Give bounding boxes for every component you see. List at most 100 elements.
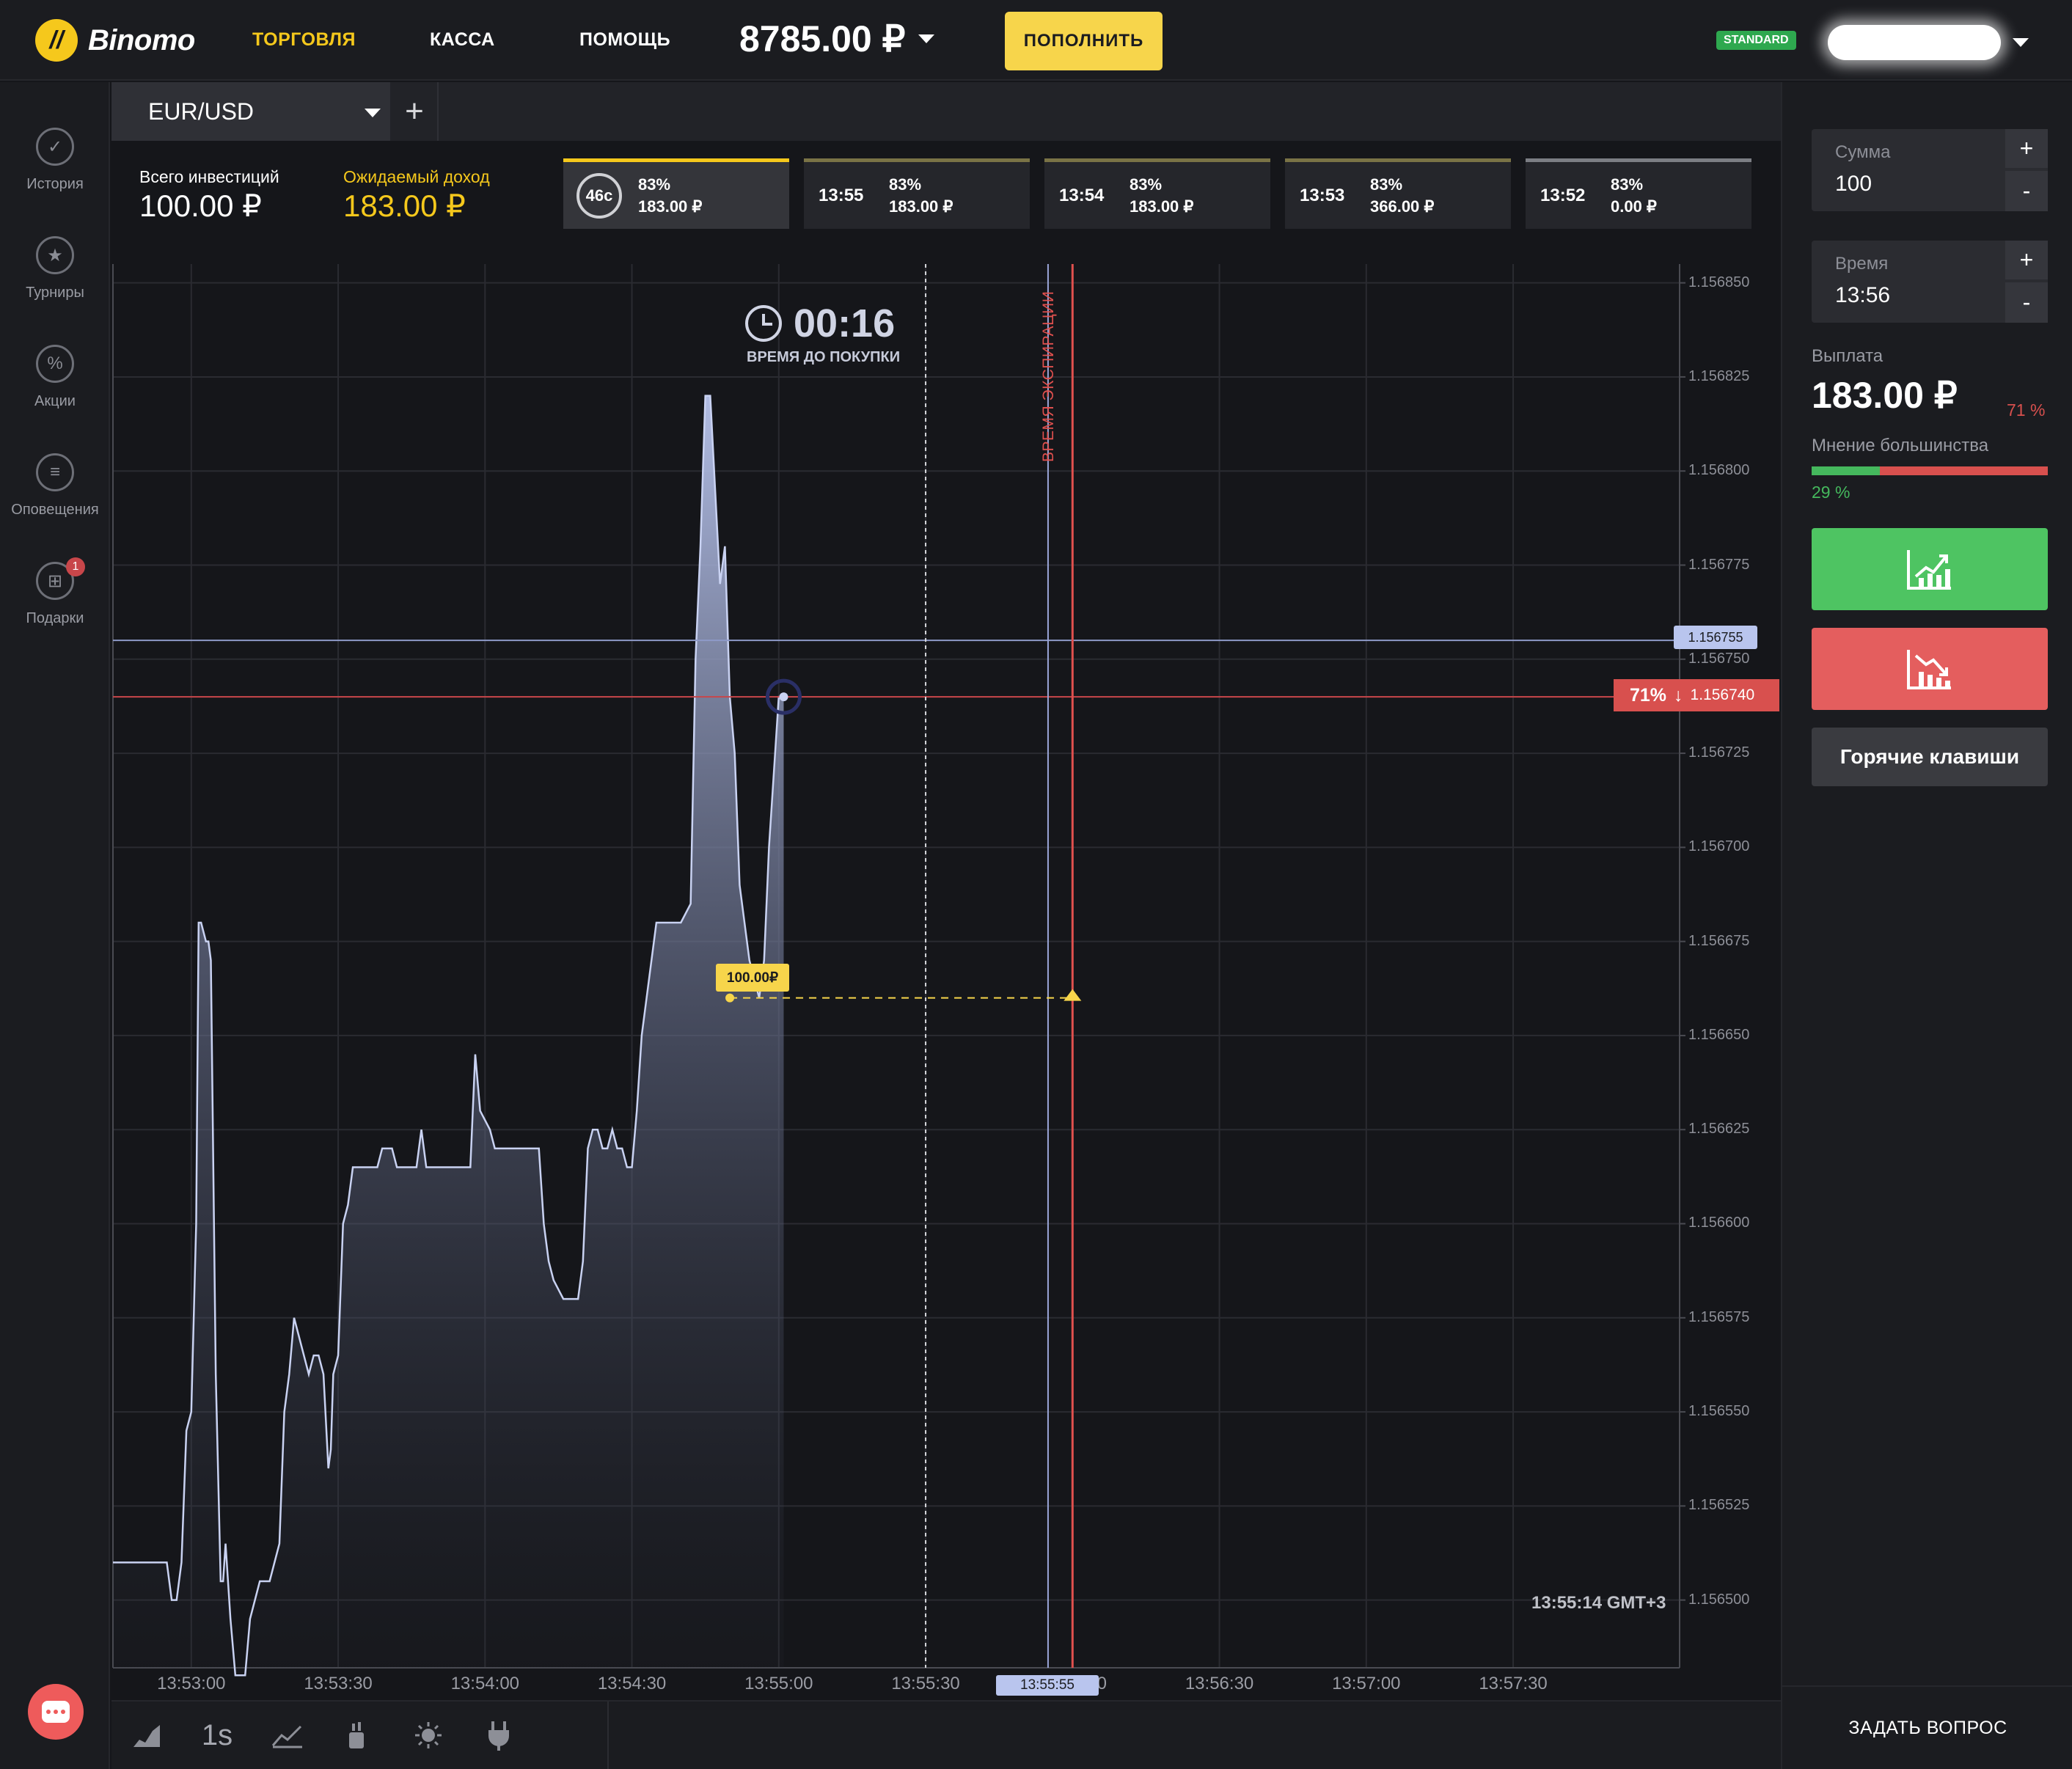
nav-help[interactable]: ПОМОЩЬ (579, 29, 670, 51)
x-tick-label: 13:53:30 (304, 1674, 373, 1693)
chart-canvas[interactable] (0, 0, 1781, 1769)
balance-dropdown[interactable]: 8785.00 ₽ (739, 18, 935, 60)
deal-percent: 83% (1611, 175, 1644, 194)
y-tick-label: 1.156500 (1688, 1591, 1750, 1608)
trade-down-button[interactable] (1812, 628, 2048, 710)
x-tick-label: 13:56:00 (1038, 1674, 1108, 1693)
y-tick-label: 1.156625 (1688, 1121, 1750, 1138)
nav-cashier[interactable]: КАССА (430, 29, 495, 51)
time-minus-button[interactable]: - (2005, 282, 2048, 323)
y-tick-label: 1.156550 (1688, 1403, 1750, 1420)
y-tick-label: 1.156575 (1688, 1308, 1750, 1325)
hotkeys-button[interactable]: Горячие клавиши (1812, 728, 2048, 786)
asset-watermark: EUR/USD (587, 810, 1542, 1057)
total-investment-label: Всего инвестиций (139, 167, 279, 186)
y-tick-label: 1.156650 (1688, 1026, 1750, 1043)
y-tick-label: 1.156600 (1688, 1215, 1750, 1231)
bet-point (725, 993, 735, 1003)
trade-up-button[interactable] (1812, 528, 2048, 610)
nav-trading[interactable]: ТОРГОВЛЯ (252, 29, 356, 51)
amount-label: Сумма (1835, 142, 1891, 162)
arrow-down-icon: ↓ (1674, 684, 1683, 706)
y-tick-label: 1.156800 (1688, 462, 1750, 479)
deal-percent: 83% (889, 175, 922, 194)
expected-income-value: 183.00 ₽ (343, 188, 466, 223)
total-investment-value: 100.00 ₽ (139, 188, 262, 223)
deal-countdown: 46с (576, 172, 622, 219)
x-tick-label: 13:57:00 (1332, 1674, 1401, 1693)
opinion-price: 1.156740 (1690, 686, 1755, 703)
deal-card[interactable]: 13:54 83% 183.00 ₽ (1044, 158, 1270, 229)
sidebar-item-gifts[interactable]: ⊞ 1 Подарки (0, 557, 110, 627)
opinion-label: Мнение большинства (1812, 436, 1989, 455)
deal-card[interactable]: 13:52 83% 0.00 ₽ (1526, 158, 1751, 229)
sidebar-item-notifications[interactable]: ≡ Оповещения (0, 453, 110, 519)
indicators-icon[interactable] (252, 1702, 323, 1769)
chart-down-icon (1907, 650, 1951, 689)
sidebar-item-history[interactable]: ✓ История (0, 128, 110, 193)
x-tick-label: 13:55:30 (891, 1674, 960, 1693)
opinion-up-percent: 29 % (1812, 483, 1850, 502)
theme-icon[interactable] (323, 1702, 393, 1769)
logo-text: Binomo (88, 23, 195, 56)
sidebar-item-label: Турниры (26, 285, 84, 301)
deal-amount: 183.00 ₽ (638, 197, 703, 216)
deal-card[interactable]: 13:53 83% 366.00 ₽ (1285, 158, 1511, 229)
opinion-bar (1812, 466, 2048, 475)
brightness-icon[interactable] (393, 1702, 464, 1769)
time-input[interactable]: 13:56 (1835, 283, 1982, 308)
interval-selector[interactable]: 1s (182, 1702, 252, 1769)
add-asset-button[interactable]: + (392, 82, 439, 141)
sidebar: ✓ История ★ Турниры % Акции ≡ Оповещения… (0, 82, 110, 1769)
server-clock: 13:55:14 GMT+3 (1531, 1593, 1666, 1613)
bet-expiration-marker (1064, 989, 1082, 1001)
sidebar-item-promotions[interactable]: % Акции (0, 345, 110, 410)
time-field: Время 13:56 + - (1812, 241, 2048, 323)
deal-card[interactable]: 46с 83% 183.00 ₽ (563, 158, 789, 229)
ask-question-button[interactable]: ЗАДАТЬ ВОПРОС (1782, 1685, 2072, 1769)
countdown-label: ВРЕМЯ ДО ПОКУПКИ (747, 349, 901, 365)
asset-tab-bar: EUR/USD + (111, 82, 1781, 141)
current-point (779, 692, 788, 702)
payout-label: Выплата (1812, 346, 1884, 366)
x-tick-label: 13:53:00 (157, 1674, 226, 1693)
x-tick-label: 13:54:30 (597, 1674, 667, 1693)
amount-plus-button[interactable]: + (2005, 129, 2048, 169)
x-now-tag: 13:55:55 (996, 1675, 1099, 1696)
deposit-button[interactable]: ПОПОЛНИТЬ (1005, 12, 1163, 70)
percent-icon: % (36, 345, 74, 383)
clock-icon (745, 305, 782, 342)
amount-minus-button[interactable]: - (2005, 171, 2048, 211)
area-chart-icon[interactable] (111, 1702, 182, 1769)
logo-icon: // (35, 19, 78, 62)
trade-panel: Сумма 100 + - Время 13:56 + - Выплата 18… (1781, 82, 2072, 1769)
amount-input[interactable]: 100 (1835, 172, 1982, 197)
trophy-icon: ★ (36, 236, 74, 274)
deal-amount: 0.00 ₽ (1611, 197, 1657, 216)
expiration-label: ВРЕМЯ ЭКСПИРАЦИИ (1040, 290, 1057, 462)
watermark-subtitle: Торговля на активе (874, 771, 1176, 809)
opinion-down-percent: 71 % (2007, 400, 2046, 420)
y-tick-label: 1.156675 (1688, 932, 1750, 949)
sidebar-item-label: Подарки (26, 610, 84, 626)
deal-card[interactable]: 13:55 83% 183.00 ₽ (804, 158, 1030, 229)
asset-name: EUR/USD (148, 98, 255, 125)
chat-button[interactable] (28, 1684, 84, 1740)
deal-time: 13:54 (1059, 185, 1105, 205)
plugin-icon[interactable] (464, 1702, 534, 1769)
user-menu[interactable] (1828, 25, 2001, 60)
deal-amount: 183.00 ₽ (889, 197, 953, 216)
chevron-down-icon (918, 34, 935, 43)
sidebar-item-tournaments[interactable]: ★ Турниры (0, 236, 110, 301)
y-tick-label: 1.156775 (1688, 556, 1750, 573)
top-bar: // Binomo ТОРГОВЛЯ КАССА ПОМОЩЬ 8785.00 … (0, 0, 2072, 81)
logo[interactable]: // Binomo (35, 19, 195, 62)
chart-up-icon (1907, 550, 1951, 590)
asset-tab-eurusd[interactable]: EUR/USD (111, 82, 390, 141)
chevron-down-icon[interactable] (2013, 38, 2029, 47)
toolbar-divider (607, 1702, 609, 1769)
opinion-bar-up (1812, 466, 1881, 475)
chat-icon (42, 1701, 70, 1723)
chevron-down-icon (365, 109, 381, 117)
time-plus-button[interactable]: + (2005, 241, 2048, 281)
